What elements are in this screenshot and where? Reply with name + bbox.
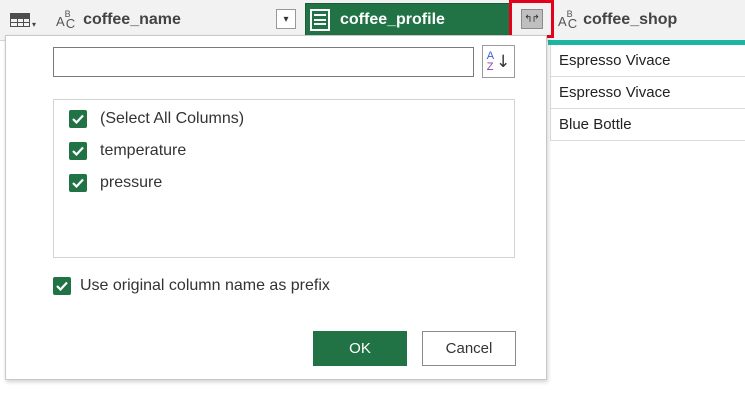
list-item-temperature[interactable]: temperature: [69, 140, 186, 162]
column-header-coffee-profile[interactable]: coffee_profile: [305, 3, 510, 36]
text-type-icon: ABC: [56, 9, 76, 31]
cancel-button[interactable]: Cancel: [422, 331, 516, 366]
ok-button[interactable]: OK: [313, 331, 407, 366]
column-name: coffee_profile: [340, 10, 445, 28]
use-prefix-option[interactable]: Use original column name as prefix: [53, 275, 330, 297]
text-type-icon: ABC: [558, 9, 578, 31]
column-filter-button[interactable]: ▾: [276, 9, 296, 29]
checkbox-label: (Select All Columns): [100, 110, 245, 127]
table-cell[interactable]: Espresso Vivace: [550, 45, 745, 77]
search-input[interactable]: [53, 47, 474, 77]
sort-az-icon: A Z: [486, 49, 495, 73]
column-name: coffee_name: [83, 11, 181, 28]
checkbox-checked-icon[interactable]: [69, 142, 87, 160]
checkbox-label: pressure: [100, 174, 163, 191]
record-type-icon: [310, 8, 330, 31]
expand-columns-panel: A Z ↓ (Select All Columns) temperature p…: [5, 35, 547, 380]
checkbox-checked-icon[interactable]: [53, 277, 71, 295]
column-header-coffee-name[interactable]: ABC coffee_name: [56, 0, 302, 40]
expand-button-highlight: ↰↱: [509, 0, 554, 38]
table-cell[interactable]: Espresso Vivace: [550, 77, 745, 109]
chevron-down-icon: ▾: [283, 13, 289, 25]
table-icon: [10, 13, 30, 27]
table-menu-button[interactable]: ▾: [10, 0, 46, 40]
checkbox-label: temperature: [100, 142, 187, 159]
checkbox-label: Use original column name as prefix: [80, 277, 330, 294]
arrow-down-icon: ↓: [496, 51, 511, 72]
chevron-down-icon: ▾: [32, 19, 37, 29]
column-checkbox-list: (Select All Columns) temperature pressur…: [53, 99, 515, 258]
expand-column-button[interactable]: ↰↱: [520, 9, 543, 29]
coffee-shop-column-cells: Espresso Vivace Espresso Vivace Blue Bot…: [550, 45, 745, 141]
table-cell[interactable]: Blue Bottle: [550, 109, 745, 141]
column-header-coffee-shop[interactable]: ABC coffee_shop: [558, 0, 745, 40]
expand-icon: ↰↱: [524, 13, 540, 25]
checkbox-checked-icon[interactable]: [69, 110, 87, 128]
list-item-select-all[interactable]: (Select All Columns): [69, 108, 244, 130]
sort-button[interactable]: A Z ↓: [482, 45, 515, 78]
list-item-pressure[interactable]: pressure: [69, 172, 162, 194]
column-name: coffee_shop: [583, 11, 678, 28]
checkbox-checked-icon[interactable]: [69, 174, 87, 192]
